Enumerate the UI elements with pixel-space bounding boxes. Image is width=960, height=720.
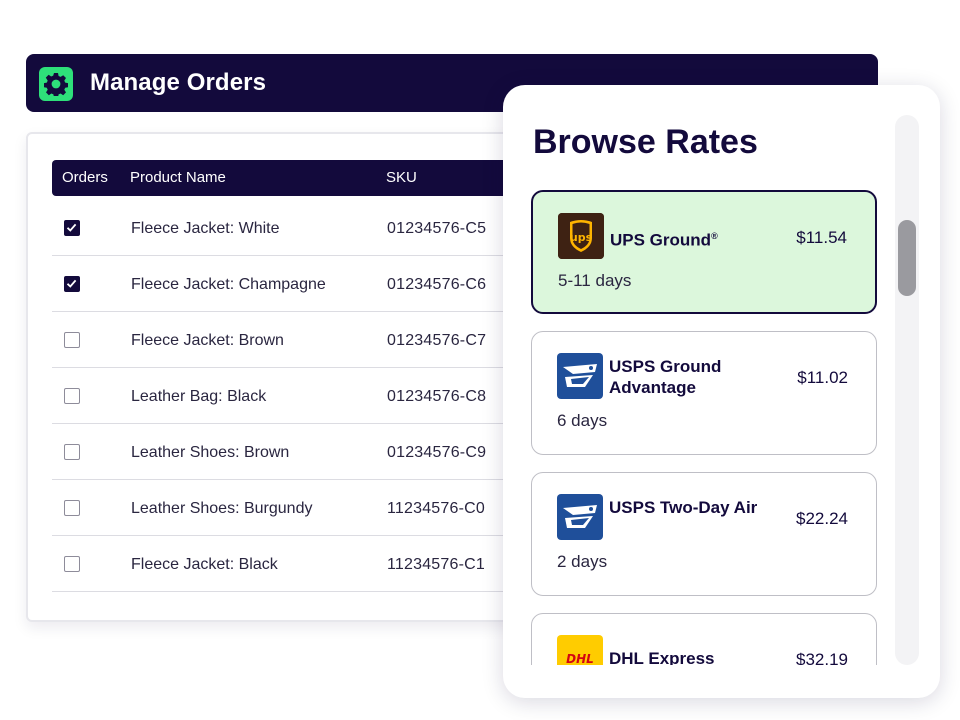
gear-icon[interactable] bbox=[39, 67, 73, 101]
product-sku: 01234576-C6 bbox=[387, 276, 487, 293]
row-checkbox[interactable] bbox=[64, 332, 80, 348]
carrier-name: USPS Ground Advantage bbox=[609, 357, 722, 397]
dhl-logo-icon: DHL bbox=[557, 635, 603, 665]
product-sku: 01234576-C5 bbox=[387, 220, 487, 237]
product-name: Fleece Jacket: Champagne bbox=[131, 276, 326, 293]
product-sku: 11234576-C1 bbox=[387, 556, 485, 573]
rates-list: ups UPS Ground® $11.54 5-11 days USPS Gr… bbox=[503, 85, 940, 665]
rate-option-ups-ground[interactable]: ups UPS Ground® $11.54 5-11 days bbox=[531, 190, 877, 314]
scrollbar-track[interactable] bbox=[895, 115, 919, 665]
product-name: Fleece Jacket: White bbox=[131, 220, 280, 237]
carrier-name: DHL Express bbox=[609, 649, 715, 665]
product-sku: 01234576-C8 bbox=[387, 388, 487, 405]
product-sku: 11234576-C0 bbox=[387, 500, 485, 517]
product-name: Leather Bag: Black bbox=[131, 388, 267, 405]
rate-price: $32.19 bbox=[796, 650, 848, 665]
product-name: Fleece Jacket: Black bbox=[131, 556, 278, 573]
rate-option-usps-two-day-air[interactable]: USPS Two-Day Air $22.24 2 days bbox=[531, 472, 877, 596]
scrollbar-thumb[interactable] bbox=[898, 220, 916, 296]
row-checkbox[interactable] bbox=[64, 500, 80, 516]
column-header-product-name[interactable]: Product Name bbox=[130, 169, 226, 186]
svg-text:DHL: DHL bbox=[566, 652, 594, 665]
rate-option-dhl-express[interactable]: DHL DHL Express $32.19 bbox=[531, 613, 877, 665]
row-checkbox-checked[interactable] bbox=[64, 220, 80, 236]
svg-text:ups: ups bbox=[570, 231, 593, 244]
product-sku: 01234576-C7 bbox=[387, 332, 487, 349]
product-name: Leather Shoes: Burgundy bbox=[131, 500, 313, 517]
rate-price: $11.54 bbox=[796, 228, 847, 247]
carrier-name: UPS Ground® bbox=[610, 230, 718, 250]
column-header-sku[interactable]: SKU bbox=[386, 169, 417, 186]
product-name: Leather Shoes: Brown bbox=[131, 444, 290, 461]
delivery-days: 5-11 days bbox=[558, 271, 632, 290]
browse-rates-panel: Browse Rates ups UPS Ground® $11.54 5-11… bbox=[503, 85, 940, 698]
ups-logo-icon: ups bbox=[558, 213, 604, 259]
row-checkbox[interactable] bbox=[64, 556, 80, 572]
usps-eagle-icon bbox=[557, 494, 603, 540]
carrier-name: USPS Two-Day Air bbox=[609, 498, 758, 517]
rate-price: $22.24 bbox=[796, 509, 848, 528]
row-checkbox-checked[interactable] bbox=[64, 276, 80, 292]
page-title: Manage Orders bbox=[90, 69, 267, 96]
product-sku: 01234576-C9 bbox=[387, 444, 487, 461]
rate-option-usps-ground-advantage[interactable]: USPS Ground Advantage $11.02 6 days bbox=[531, 331, 877, 455]
row-checkbox[interactable] bbox=[64, 444, 80, 460]
row-checkbox[interactable] bbox=[64, 388, 80, 404]
column-header-orders[interactable]: Orders bbox=[62, 169, 108, 186]
delivery-days: 2 days bbox=[557, 552, 608, 571]
product-name: Fleece Jacket: Brown bbox=[131, 332, 284, 349]
usps-eagle-icon bbox=[557, 353, 603, 399]
delivery-days: 6 days bbox=[557, 411, 608, 430]
rate-price: $11.02 bbox=[797, 368, 848, 387]
